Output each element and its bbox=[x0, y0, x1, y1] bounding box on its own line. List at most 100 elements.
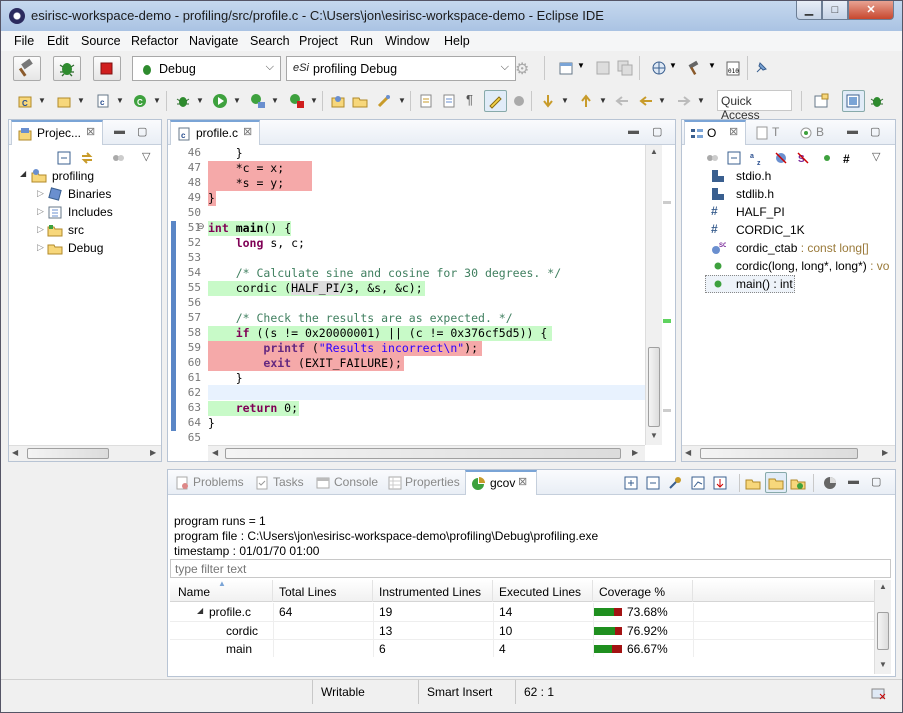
column-instrumented-lines[interactable]: Instrumented Lines bbox=[373, 580, 493, 602]
chart-icon[interactable] bbox=[690, 475, 706, 491]
chevron-down-icon[interactable]: ▼ bbox=[577, 61, 593, 77]
outline-item-cordic[interactable]: cordic(long, long*, long*) : vo bbox=[736, 259, 889, 273]
menu-help[interactable]: Help bbox=[444, 34, 470, 48]
close-button[interactable]: ✕ bbox=[848, 1, 894, 20]
tab-tasks[interactable]: Tasks bbox=[252, 470, 307, 495]
close-icon[interactable]: ⊠ bbox=[729, 125, 738, 138]
search-icon[interactable] bbox=[376, 93, 392, 109]
pin-icon[interactable] bbox=[753, 60, 769, 76]
toggle-annotation-icon[interactable] bbox=[418, 93, 434, 109]
menu-project[interactable]: Project bbox=[299, 34, 338, 48]
new-source-file-icon[interactable]: c bbox=[95, 93, 111, 109]
collapse-arrow-icon[interactable]: ▷ bbox=[37, 188, 44, 199]
build-config-select[interactable]: Debug ⌵ bbox=[132, 56, 281, 81]
tab-problems[interactable]: Problems bbox=[172, 470, 247, 495]
tab-gcov[interactable]: gcov ⊠ bbox=[465, 470, 537, 495]
minimize-view-icon[interactable]: ▬ bbox=[848, 475, 859, 487]
tab-breakpoints[interactable]: B bbox=[794, 120, 832, 145]
outline-item-cordic-ctab[interactable]: cordic_ctab : const long[] bbox=[736, 241, 869, 255]
stop-button[interactable] bbox=[93, 56, 121, 81]
maximize-view-icon[interactable]: ▢ bbox=[871, 475, 881, 488]
progress-icon[interactable] bbox=[871, 685, 887, 701]
table-row[interactable]: ◢ profile.c 64 19 14 73.68% bbox=[170, 603, 874, 621]
menu-search[interactable]: Search bbox=[250, 34, 290, 48]
chevron-down-icon[interactable]: ▼ bbox=[398, 96, 406, 105]
scroll-down-icon[interactable]: ▼ bbox=[650, 431, 658, 440]
open-folder-icon[interactable] bbox=[745, 475, 761, 491]
tree-item-profiling[interactable]: profiling bbox=[52, 169, 94, 183]
tree-item-src[interactable]: src bbox=[68, 223, 84, 237]
collapse-all-icon[interactable] bbox=[645, 475, 661, 491]
open-type-icon[interactable] bbox=[330, 93, 346, 109]
close-icon[interactable]: ⊠ bbox=[243, 125, 252, 138]
tree-item-binaries[interactable]: Binaries bbox=[68, 187, 111, 201]
forward-icon[interactable] bbox=[676, 93, 692, 109]
scroll-up-icon[interactable]: ▲ bbox=[650, 147, 658, 156]
hide-members-icon[interactable] bbox=[819, 150, 835, 166]
hide-static-icon[interactable] bbox=[773, 150, 789, 166]
tree-item-includes[interactable]: Includes bbox=[68, 205, 113, 219]
table-vertical-scrollbar[interactable]: ▲ ▼ bbox=[874, 580, 891, 674]
gcov-filter-input[interactable] bbox=[170, 559, 891, 578]
horizontal-scrollbar[interactable]: ◀ ▶ bbox=[9, 445, 161, 461]
minimize-view-icon[interactable]: ▬ bbox=[114, 125, 125, 137]
profile-run-icon[interactable] bbox=[250, 93, 266, 109]
sort-icon[interactable]: az bbox=[749, 150, 765, 166]
maximize-view-icon[interactable]: ▢ bbox=[137, 125, 147, 138]
collapse-all-icon[interactable] bbox=[726, 150, 742, 166]
scroll-thumb[interactable] bbox=[225, 448, 621, 459]
close-icon[interactable]: ⊠ bbox=[86, 125, 95, 138]
debug-perspective-icon[interactable] bbox=[869, 93, 885, 109]
debug-mode-button[interactable] bbox=[53, 56, 81, 81]
next-annotation-icon[interactable] bbox=[441, 93, 457, 109]
chevron-down-icon[interactable]: ▼ bbox=[697, 96, 705, 105]
chevron-down-icon[interactable]: ▼ bbox=[561, 96, 569, 105]
chevron-down-icon[interactable]: ▼ bbox=[669, 61, 685, 77]
menu-window[interactable]: Window bbox=[385, 34, 429, 48]
chevron-down-icon[interactable]: ▼ bbox=[271, 96, 279, 105]
external-tools-icon[interactable] bbox=[289, 93, 305, 109]
prev-edit-icon[interactable] bbox=[578, 93, 594, 109]
gear-icon[interactable]: ⚙ bbox=[515, 59, 531, 78]
maximize-view-icon[interactable]: ▢ bbox=[652, 125, 662, 138]
expand-icon[interactable]: ◢ bbox=[197, 606, 203, 615]
view-menu-icon[interactable]: ▽ bbox=[142, 150, 158, 166]
new-class-icon[interactable]: C bbox=[132, 93, 148, 109]
table-row[interactable]: cordic 13 10 76.92% bbox=[170, 621, 874, 639]
mark-occurrences-button[interactable] bbox=[484, 90, 507, 112]
scroll-thumb[interactable] bbox=[877, 612, 889, 650]
new-icon[interactable] bbox=[558, 60, 574, 76]
c-perspective-button[interactable] bbox=[842, 90, 865, 112]
binary-icon[interactable]: 010 bbox=[725, 60, 741, 76]
table-row[interactable]: main 6 4 66.67% bbox=[170, 639, 874, 657]
expand-all-icon[interactable] bbox=[623, 475, 639, 491]
scroll-right-icon[interactable]: ▶ bbox=[150, 448, 156, 457]
scroll-down-icon[interactable]: ▼ bbox=[879, 660, 887, 669]
scroll-left-icon[interactable]: ◀ bbox=[212, 448, 218, 457]
tab-console[interactable]: Console bbox=[313, 470, 381, 495]
outline-horizontal-scrollbar[interactable]: ◀ ▶ bbox=[682, 445, 895, 461]
file-view-button[interactable] bbox=[765, 472, 787, 493]
chevron-down-icon[interactable]: ▼ bbox=[116, 96, 124, 105]
new-c-project-icon[interactable]: C bbox=[17, 93, 33, 109]
menu-edit[interactable]: Edit bbox=[47, 34, 69, 48]
tab-outline[interactable]: O ⊠ bbox=[684, 120, 746, 145]
scroll-up-icon[interactable]: ▲ bbox=[879, 582, 887, 591]
pilcrow-icon[interactable]: ¶ bbox=[466, 92, 482, 108]
hammer-icon[interactable] bbox=[686, 60, 702, 76]
collapse-arrow-icon[interactable]: ▷ bbox=[37, 206, 44, 217]
outline-item-stdlib[interactable]: stdlib.h bbox=[736, 187, 774, 201]
fold-icon[interactable]: ⊖ bbox=[197, 221, 205, 232]
build-button[interactable] bbox=[13, 56, 41, 81]
chevron-down-icon[interactable]: ▼ bbox=[196, 96, 204, 105]
next-edit-icon[interactable] bbox=[540, 93, 556, 109]
minimize-view-icon[interactable]: ▬ bbox=[847, 125, 858, 137]
column-coverage[interactable]: Coverage % bbox=[593, 580, 693, 602]
chevron-down-icon[interactable]: ▼ bbox=[153, 96, 161, 105]
open-folder-icon[interactable] bbox=[352, 93, 368, 109]
tab-profile-c[interactable]: c profile.c ⊠ bbox=[170, 120, 260, 145]
last-edit-icon[interactable] bbox=[614, 93, 630, 109]
chevron-down-icon[interactable]: ▼ bbox=[77, 96, 85, 105]
menu-run[interactable]: Run bbox=[350, 34, 373, 48]
menu-refactor[interactable]: Refactor bbox=[131, 34, 178, 48]
